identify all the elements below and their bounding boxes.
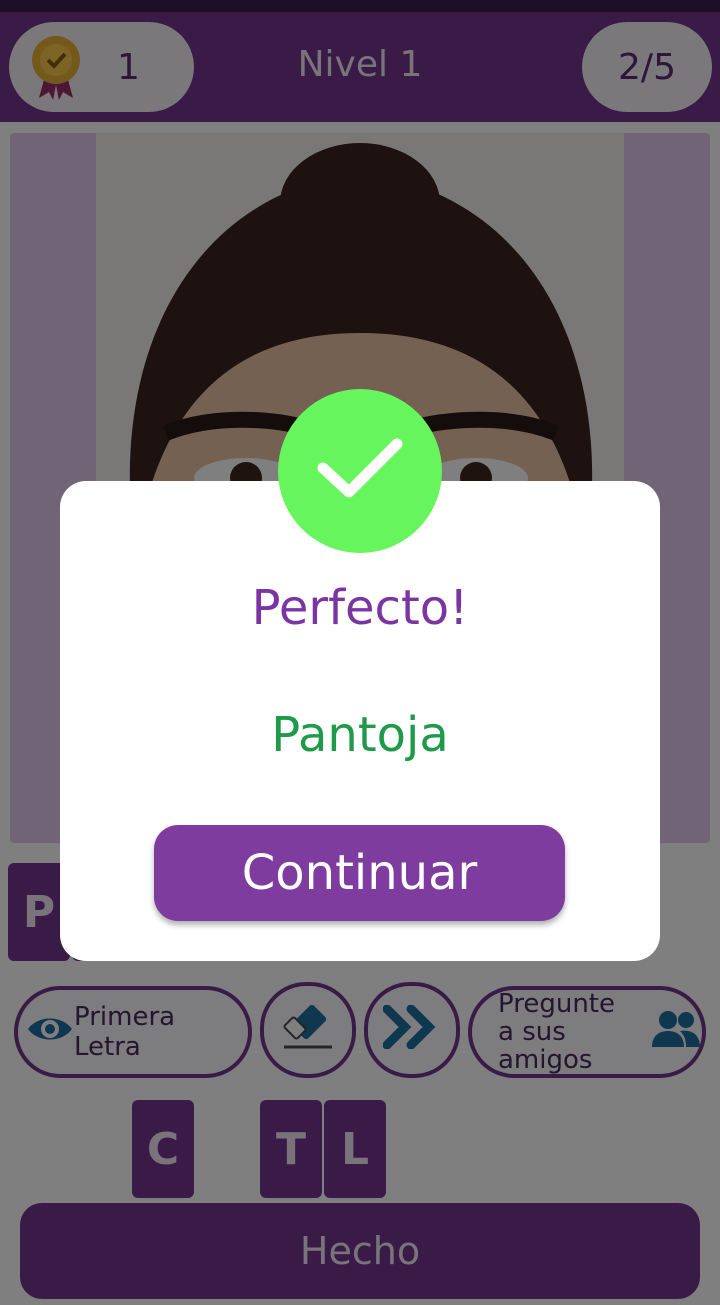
- continue-button[interactable]: Continuar: [154, 825, 565, 921]
- success-badge: [278, 389, 442, 553]
- dialog-answer: Pantoja: [271, 707, 449, 763]
- dialog-title: Perfecto!: [251, 580, 469, 636]
- checkmark-icon: [315, 434, 405, 508]
